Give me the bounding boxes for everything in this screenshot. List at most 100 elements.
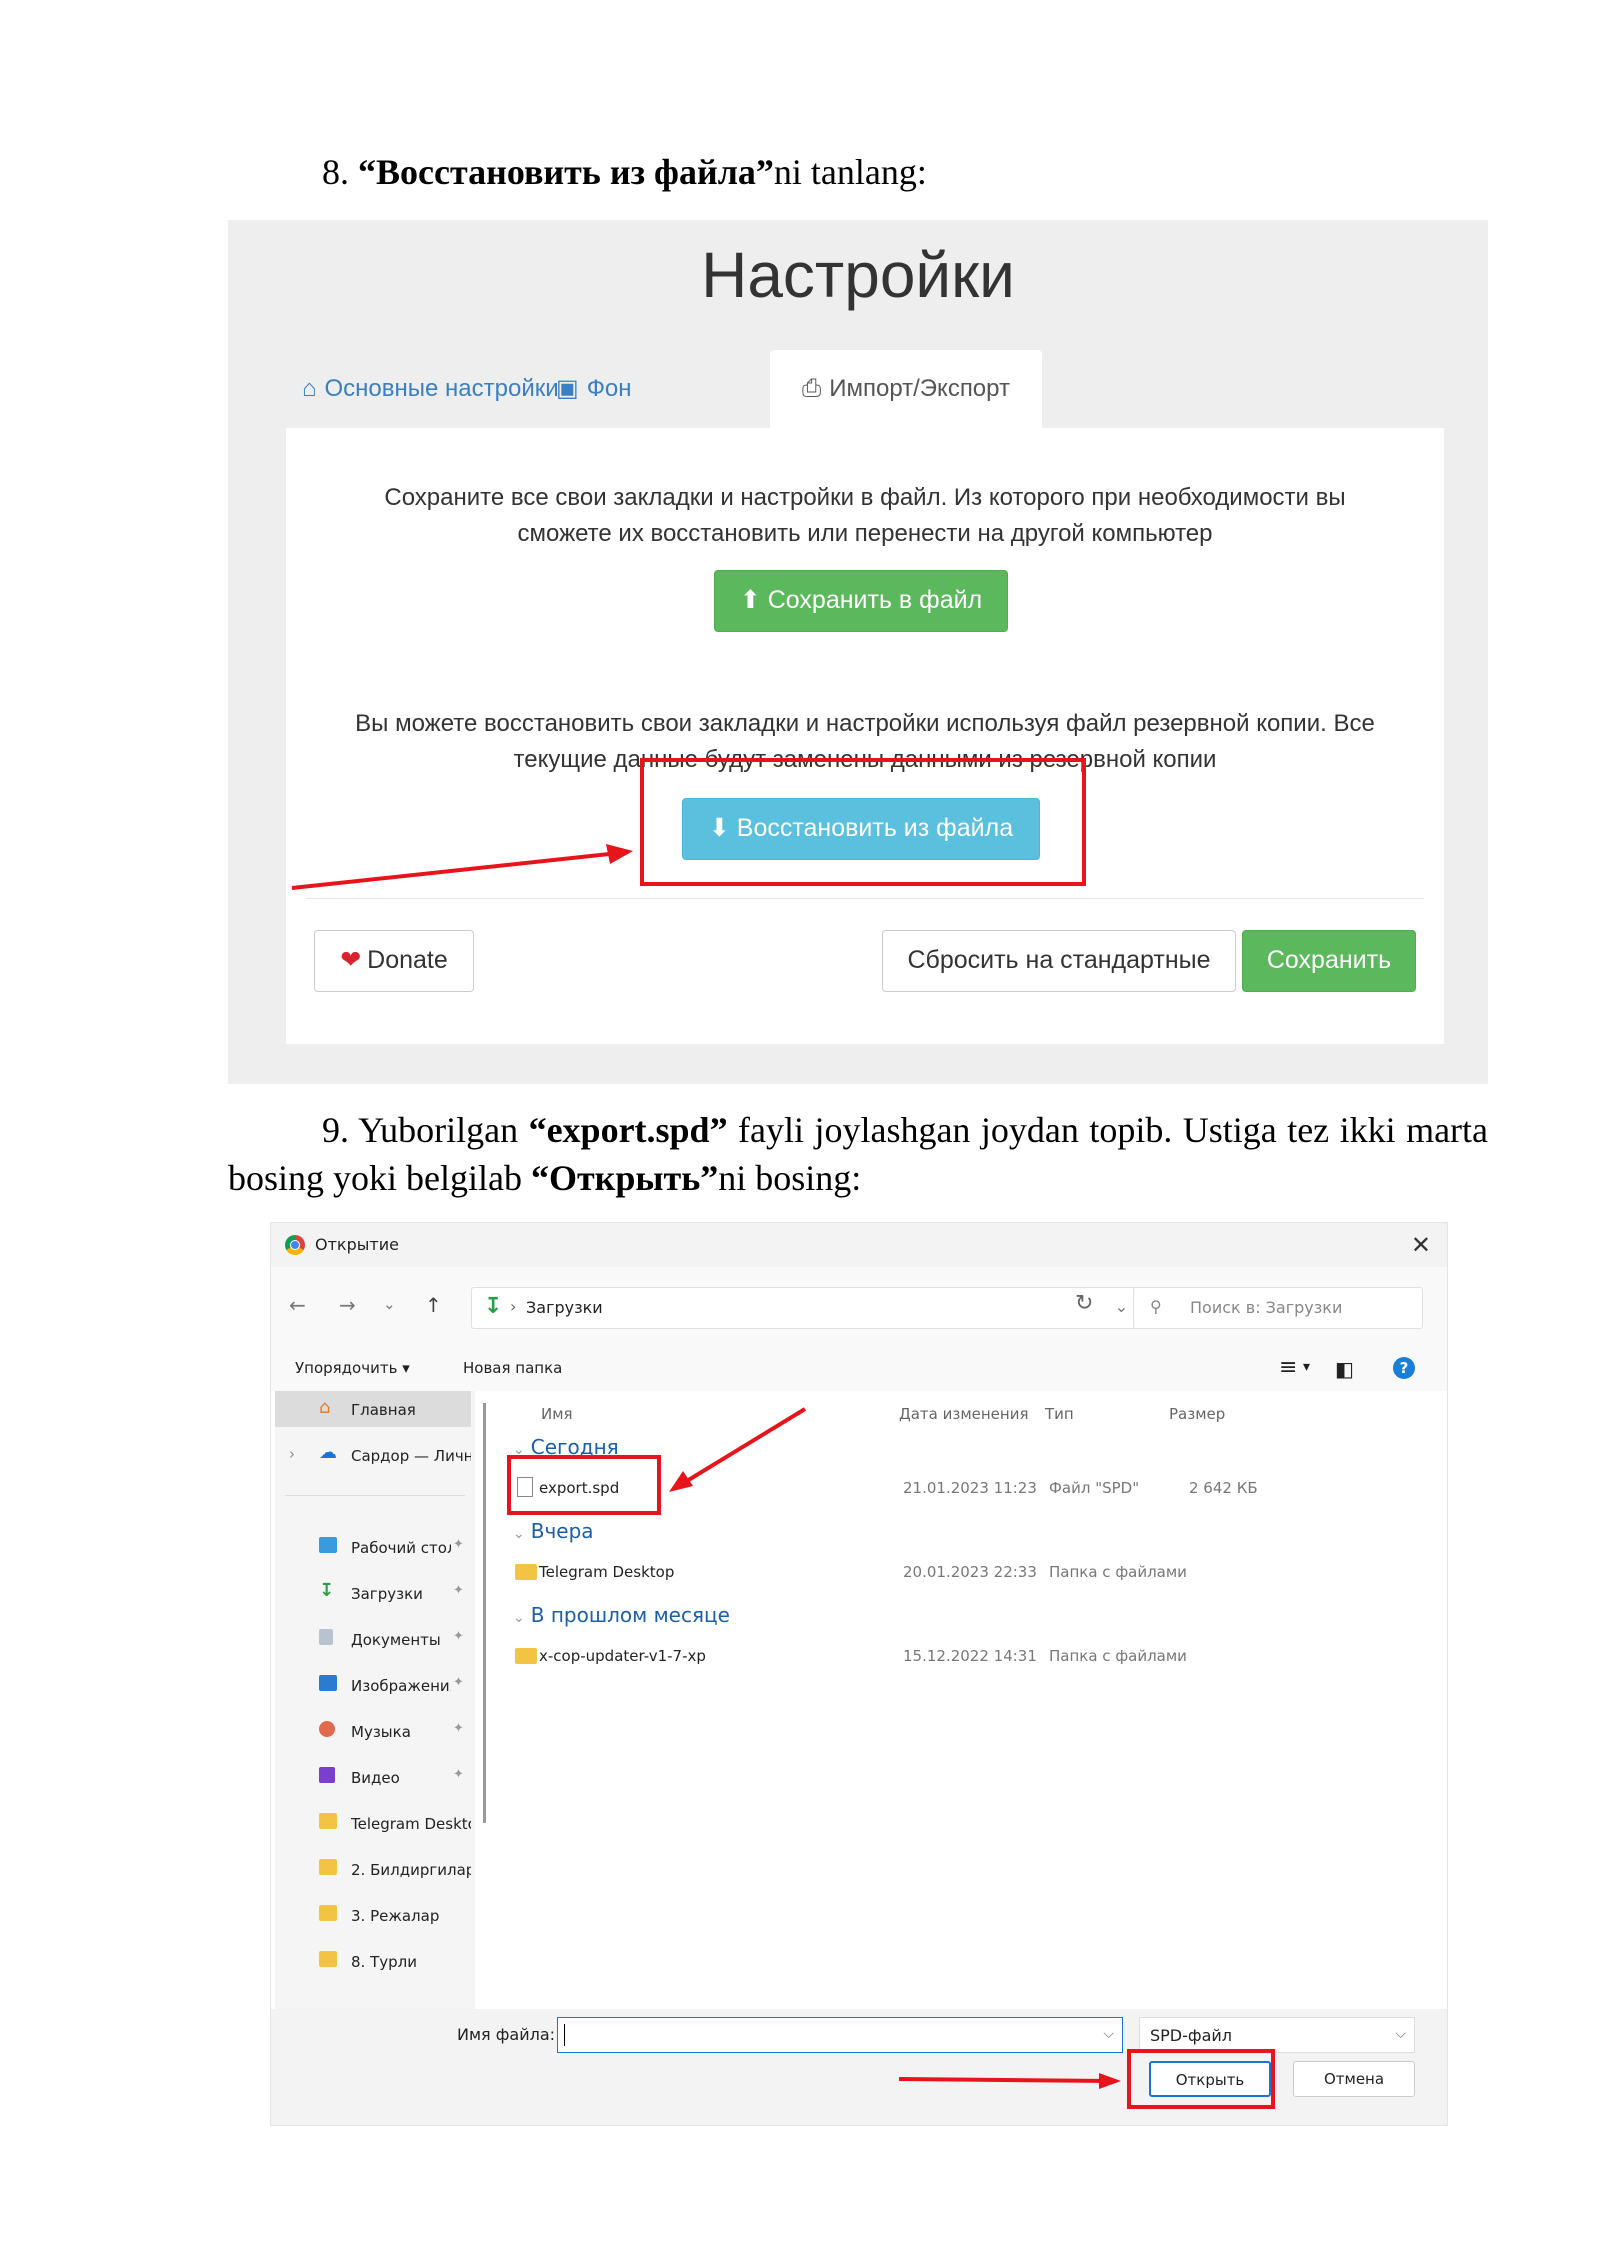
- cancel-button[interactable]: Отмена: [1293, 2061, 1415, 2097]
- navigation-pane: ⌂ Главная › ☁ Сардор — Личный Рабочий ст…: [275, 1391, 475, 2009]
- reset-defaults-button[interactable]: Сбросить на стандартные: [882, 930, 1236, 992]
- filename-input[interactable]: ⌵: [557, 2017, 1123, 2053]
- sidebar-item-video[interactable]: Видео ✦: [275, 1759, 471, 1795]
- sidebar-item-pictures[interactable]: Изображения ✦: [275, 1667, 471, 1703]
- file-date: 20.01.2023 22:33: [903, 1563, 1037, 1581]
- collapse-chevron-icon: ⌄: [513, 1610, 525, 1626]
- chrome-icon: [285, 1235, 305, 1255]
- column-header-date[interactable]: Дата изменения: [899, 1405, 1029, 1423]
- submit-save-button[interactable]: Сохранить: [1242, 930, 1416, 992]
- download-icon: ↧: [319, 1580, 335, 1601]
- sidebar-item-label: Сардор — Личный: [351, 1447, 471, 1465]
- save-to-file-button[interactable]: ⬆ Сохранить в файл: [714, 570, 1008, 632]
- heart-icon: ❤: [340, 946, 362, 974]
- donate-label: Donate: [367, 946, 448, 974]
- tab-background-label: Фон: [586, 375, 632, 402]
- submit-save-label: Сохранить: [1266, 946, 1392, 974]
- organize-menu[interactable]: Упорядочить ▾: [295, 1359, 410, 1377]
- filetype-value: SPD-файл: [1150, 2026, 1233, 2045]
- file-date: 15.12.2022 14:31: [903, 1647, 1037, 1665]
- sidebar-item-label: Музыка: [351, 1723, 411, 1741]
- home-icon: ⌂: [319, 1397, 331, 1418]
- folder-icon: [319, 1813, 337, 1829]
- sidebar-item-label: 2. Билдиргилар: [351, 1861, 471, 1879]
- step-8-instruction: 8. “Восстановить из файла”ni tanlang:: [322, 148, 927, 196]
- import-export-panel: Сохраните все свои закладки и настройки …: [286, 428, 1444, 1044]
- tab-main-settings-label: Основные настройки: [324, 375, 559, 402]
- address-dropdown-icon[interactable]: ⌄: [1115, 1297, 1128, 1316]
- breadcrumb-chevron-icon: ›: [510, 1297, 517, 1316]
- search-placeholder: Поиск в: Загрузки: [1190, 1298, 1343, 1317]
- sidebar-item-downloads[interactable]: ↧ Загрузки ✦: [275, 1575, 471, 1611]
- group-header-last-month[interactable]: ⌄ В прошлом месяце: [513, 1603, 730, 1627]
- sidebar-item-label: Загрузки: [351, 1585, 423, 1603]
- reset-defaults-label: Сбросить на стандартные: [907, 946, 1211, 974]
- pin-icon[interactable]: ✦: [453, 1721, 464, 1736]
- view-list-icon[interactable]: ≡: [1279, 1355, 1297, 1380]
- file-date: 21.01.2023 11:23: [903, 1479, 1037, 1497]
- pin-icon[interactable]: ✦: [453, 1629, 464, 1644]
- sidebar-item-telegram-desktop[interactable]: Telegram Desktop: [275, 1805, 471, 1841]
- sidebar-item-desktop[interactable]: Рабочий стол ✦: [275, 1529, 471, 1565]
- file-size: 2 642 КБ: [1189, 1479, 1258, 1497]
- new-folder-button[interactable]: Новая папка: [463, 1359, 562, 1377]
- export-spd-highlight-box: [507, 1455, 661, 1515]
- refresh-icon[interactable]: ↻: [1075, 1291, 1093, 1316]
- sidebar-item-turli[interactable]: 8. Турли: [275, 1943, 471, 1979]
- file-type: Файл "SPD": [1049, 1479, 1140, 1497]
- pin-icon[interactable]: ✦: [453, 1767, 464, 1782]
- step-9-text-3: ni bosing:: [718, 1158, 862, 1198]
- chevron-down-icon[interactable]: ⌄: [383, 1295, 396, 1313]
- sidebar-divider: [285, 1495, 465, 1496]
- column-header-name[interactable]: Имя: [541, 1405, 573, 1423]
- address-location: Загрузки: [526, 1298, 603, 1317]
- video-icon: [319, 1767, 335, 1783]
- help-icon[interactable]: ?: [1393, 1357, 1415, 1379]
- sidebar-item-onedrive[interactable]: › ☁ Сардор — Личный: [275, 1437, 471, 1473]
- tab-background[interactable]: ▣ Фон: [556, 350, 632, 428]
- tab-main-settings[interactable]: ⌂ Основные настройки: [302, 350, 559, 428]
- chevron-down-icon[interactable]: ⌵: [1103, 2026, 1114, 2042]
- sidebar-scrollbar[interactable]: [483, 1403, 486, 1823]
- column-header-type[interactable]: Тип: [1045, 1405, 1074, 1423]
- forward-arrow-icon[interactable]: →: [339, 1293, 356, 1317]
- group-header-yesterday[interactable]: ⌄ Вчера: [513, 1519, 594, 1543]
- back-arrow-icon[interactable]: ←: [289, 1293, 306, 1317]
- view-dropdown-icon[interactable]: ▾: [1303, 1359, 1310, 1375]
- dialog-title: Открытие: [315, 1235, 399, 1254]
- upload-icon: ⬆: [739, 586, 761, 614]
- close-icon[interactable]: ✕: [1411, 1231, 1431, 1259]
- dialog-title-bar: Открытие ✕: [271, 1223, 1447, 1267]
- address-bar[interactable]: ↧ › Загрузки ⌄: [471, 1287, 1143, 1329]
- desktop-icon: [319, 1537, 337, 1553]
- file-row-x-cop-updater[interactable]: x-cop-updater-v1-7-xp 15.12.2022 14:31 П…: [493, 1639, 1443, 1675]
- pin-icon[interactable]: ✦: [453, 1675, 464, 1690]
- search-input[interactable]: ⚲ Поиск в: Загрузки: [1133, 1287, 1423, 1329]
- pictures-icon: [319, 1675, 337, 1691]
- tab-import-export-label: Импорт/Экспорт: [829, 375, 1010, 402]
- filetype-select[interactable]: SPD-файл ⌵: [1139, 2017, 1415, 2053]
- folder-icon: [319, 1905, 337, 1921]
- step-9-instruction: 9. Yuborilgan “export.spd” fayli joylash…: [228, 1106, 1488, 1202]
- red-arrow-icon: [669, 1407, 807, 1492]
- expand-chevron-icon[interactable]: ›: [289, 1445, 295, 1463]
- pin-icon[interactable]: ✦: [453, 1583, 464, 1598]
- column-header-size[interactable]: Размер: [1169, 1405, 1225, 1423]
- sidebar-item-bildirgilar[interactable]: 2. Билдиргилар: [275, 1851, 471, 1887]
- sidebar-item-documents[interactable]: Документы ✦: [275, 1621, 471, 1657]
- step-8-rest: ni tanlang:: [773, 152, 927, 192]
- pin-icon[interactable]: ✦: [453, 1537, 464, 1552]
- sidebar-item-home[interactable]: ⌂ Главная: [275, 1391, 471, 1427]
- chevron-down-icon: ⌵: [1395, 2026, 1406, 2042]
- folder-icon: [515, 1564, 537, 1580]
- file-type: Папка с файлами: [1049, 1563, 1187, 1581]
- file-row-telegram-desktop[interactable]: Telegram Desktop 20.01.2023 22:33 Папка …: [493, 1555, 1443, 1591]
- sidebar-item-music[interactable]: Музыка ✦: [275, 1713, 471, 1749]
- settings-title: Настройки: [701, 239, 1015, 311]
- up-arrow-icon[interactable]: ↑: [425, 1293, 442, 1317]
- sidebar-item-rezhalar[interactable]: 3. Режалар: [275, 1897, 471, 1933]
- donate-button[interactable]: ❤ Donate: [314, 930, 474, 992]
- tab-import-export[interactable]: ⎙ Импорт/Экспорт: [770, 350, 1042, 428]
- sidebar-item-label: Telegram Desktop: [351, 1815, 471, 1833]
- preview-pane-icon[interactable]: ◧: [1335, 1357, 1354, 1381]
